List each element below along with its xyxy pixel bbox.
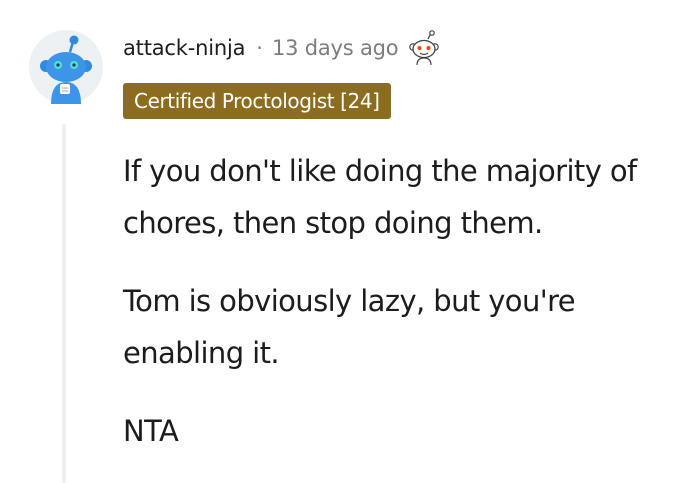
comment-body: If you don't like doing the majority of … xyxy=(123,145,693,483)
comment-paragraph: Tom is obviously lazy, but you're enabli… xyxy=(123,284,576,370)
user-flair-badge: Certified Proctologist [24] xyxy=(123,83,391,119)
comment-meta: attack-ninja · 13 days ago xyxy=(123,30,442,66)
thread-collapse-line[interactable] xyxy=(62,124,66,483)
meta-separator: · xyxy=(256,36,263,60)
snoo-avatar-icon xyxy=(29,30,103,104)
comment-paragraph: If you don't like doing the majority of … xyxy=(123,154,637,240)
comment-timestamp[interactable]: 13 days ago xyxy=(272,36,399,60)
snoo-award-icon xyxy=(406,30,442,66)
comment-author[interactable]: attack-ninja xyxy=(123,36,245,60)
comment-paragraph: NTA xyxy=(123,414,179,448)
avatar[interactable] xyxy=(29,30,103,104)
